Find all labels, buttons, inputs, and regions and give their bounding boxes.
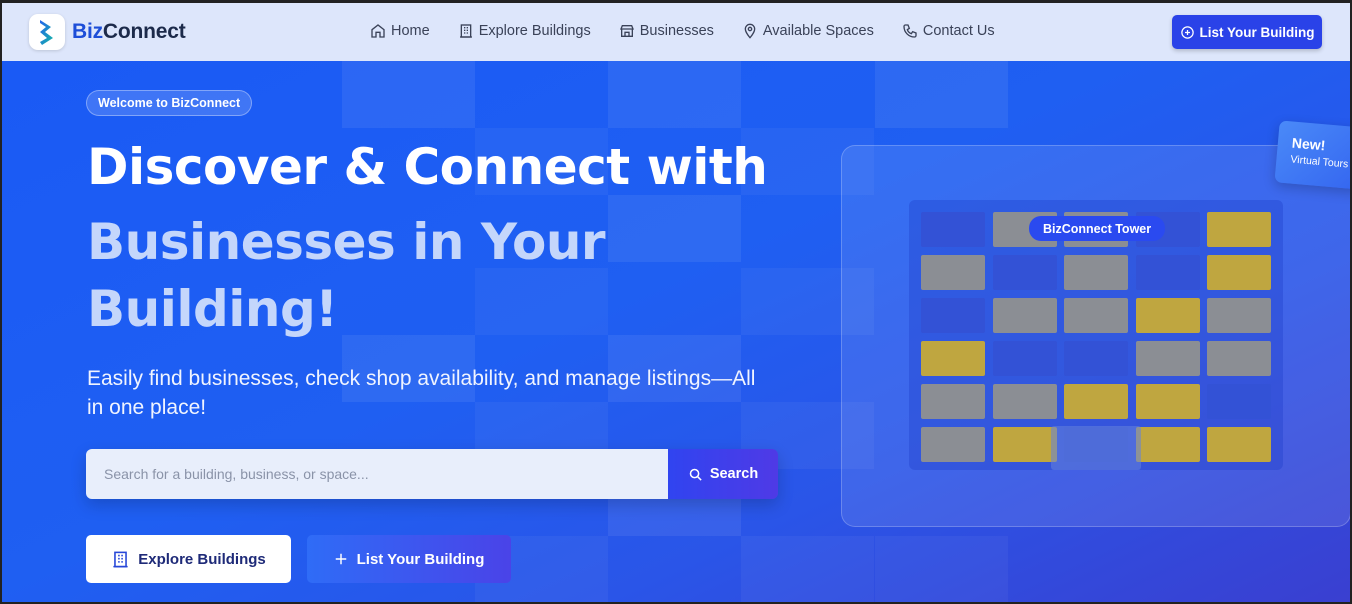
building-entrance — [1051, 426, 1141, 470]
bg-pattern-tile — [608, 61, 741, 128]
nav-item-home[interactable]: Home — [370, 23, 430, 39]
brand-logo-link[interactable]: BizConnect — [29, 14, 186, 50]
hero-title-line-2: Businesses in Your — [87, 213, 606, 271]
main-nav: Home Explore Buildings Businesses Availa… — [370, 0, 1023, 61]
building-window — [992, 298, 1057, 333]
bg-pattern-tile — [608, 195, 741, 262]
building-window — [992, 427, 1057, 462]
hero-title-line-3: Building! — [87, 280, 338, 338]
explore-buildings-button[interactable]: Explore Buildings — [86, 535, 291, 583]
building-window — [1135, 255, 1200, 290]
building-window — [1135, 427, 1200, 462]
search-button-label: Search — [709, 466, 759, 482]
search-input[interactable] — [86, 449, 668, 499]
building-window — [1135, 341, 1200, 376]
building-window — [921, 427, 985, 462]
list-your-building-button[interactable]: List Your Building — [307, 535, 511, 583]
map-pin-icon — [744, 23, 756, 39]
building-window — [1135, 384, 1200, 419]
building-window — [1207, 427, 1271, 462]
brand-name: BizConnect — [72, 20, 186, 43]
bg-pattern-tile — [342, 61, 475, 128]
explore-buildings-label: Explore Buildings — [138, 550, 266, 568]
nav-item-label: Explore Buildings — [478, 22, 591, 39]
building-window — [1064, 298, 1128, 333]
building-window — [1207, 212, 1271, 247]
list-your-building-label: List Your Building — [356, 550, 485, 568]
virtual-tours-badge[interactable]: New! Virtual Tours — [1274, 120, 1352, 190]
bg-pattern-tile — [875, 536, 1008, 603]
building-window — [921, 384, 985, 419]
search-icon — [689, 468, 702, 481]
building-window — [1207, 341, 1271, 376]
building-window — [1064, 341, 1128, 376]
nav-item-businesses[interactable]: Businesses — [619, 23, 714, 39]
hero-subtitle: Easily find businesses, check shop avail… — [87, 367, 756, 419]
building-icon — [113, 551, 128, 567]
building-name-label: BizConnect Tower — [1029, 216, 1166, 241]
building-window — [921, 255, 985, 290]
building-window — [1135, 298, 1200, 333]
hero-section: Welcome to BizConnect Discover & Connect… — [0, 61, 1352, 604]
building-window — [921, 298, 985, 333]
phone-icon — [903, 23, 917, 38]
building-window — [992, 384, 1057, 419]
building-window — [992, 341, 1057, 376]
bg-pattern-tile — [741, 536, 874, 603]
nav-item-label: Contact Us — [922, 22, 995, 39]
search-bar: Search — [86, 449, 778, 499]
building-icon — [459, 23, 472, 38]
plus-icon — [335, 553, 346, 565]
building-window — [1207, 384, 1271, 419]
bizconnect-logo-icon — [29, 14, 65, 50]
nav-item-label: Businesses — [639, 22, 714, 39]
building-window — [1064, 255, 1128, 290]
nav-item-explore-buildings[interactable]: Explore Buildings — [458, 23, 591, 39]
plus-circle-icon — [1180, 25, 1194, 39]
building-window — [921, 212, 985, 247]
hero-title-line-1: Discover & Connect with — [87, 138, 768, 196]
building-window — [921, 341, 985, 376]
nav-item-label: Home — [391, 22, 430, 39]
building-window — [1064, 384, 1128, 419]
store-icon — [619, 24, 634, 37]
top-navbar: BizConnect Home Explore Buildings Busine… — [0, 0, 1352, 61]
search-button[interactable]: Search — [668, 449, 778, 499]
list-your-building-nav-button[interactable]: List Your Building — [1172, 15, 1322, 49]
home-icon — [371, 23, 385, 38]
nav-item-label: Available Spaces — [762, 22, 874, 39]
building-window — [992, 255, 1057, 290]
welcome-badge: Welcome to BizConnect — [86, 90, 253, 116]
nav-item-contact-us[interactable]: Contact Us — [902, 23, 995, 39]
building-window — [1207, 298, 1271, 333]
new-badge-subtitle: Virtual Tours — [1289, 153, 1349, 171]
building-window — [1207, 255, 1271, 290]
bg-pattern-tile — [875, 61, 1008, 128]
bg-pattern-tile — [475, 268, 608, 335]
nav-item-available-spaces[interactable]: Available Spaces — [742, 23, 874, 39]
nav-cta-label: List Your Building — [1199, 24, 1315, 40]
